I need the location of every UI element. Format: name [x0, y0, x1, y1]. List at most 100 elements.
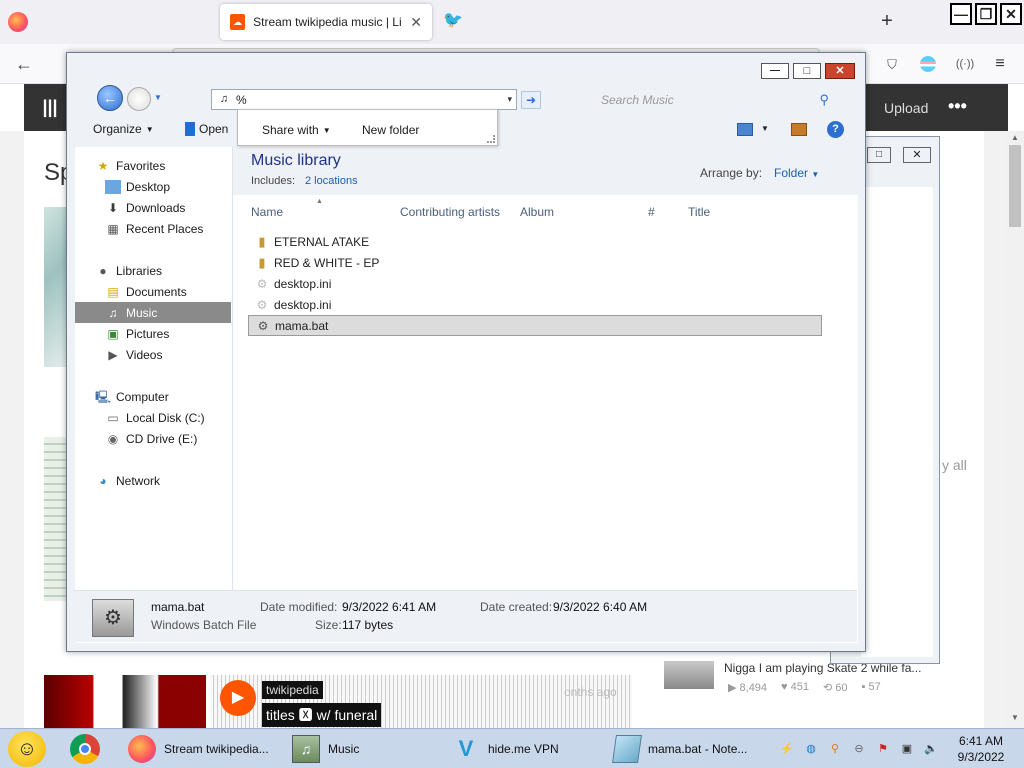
track-user[interactable]: twikipedia [262, 681, 323, 699]
related-artwork[interactable] [664, 661, 714, 689]
tab-soundcloud[interactable]: ☁ Stream twikipedia music | List ✕ [220, 4, 432, 40]
reposts-count[interactable]: ⟲ 60 [823, 681, 848, 694]
play-button[interactable]: ▶ [220, 680, 256, 716]
recent-pages-icon[interactable]: ▼ [153, 93, 163, 103]
preview-pane-icon[interactable] [791, 123, 807, 136]
forward-button-icon[interactable] [127, 87, 151, 111]
file-row[interactable]: ⚙ desktop.ini [248, 273, 822, 294]
tray-minus-icon[interactable]: ⊖ [852, 742, 866, 756]
scroll-down-icon[interactable]: ▼ [1006, 711, 1024, 725]
nav-computer[interactable]: 🖳 Computer [75, 386, 231, 407]
nav-music[interactable]: ♫ Music [75, 302, 231, 323]
explorer-minimize-icon[interactable]: — [761, 63, 789, 79]
column-name[interactable]: Name [251, 205, 283, 219]
page-scrollbar[interactable]: ▲ ▼ [1006, 131, 1024, 728]
clock-time: 6:41 AM [958, 734, 1004, 748]
nav-desktop[interactable]: Desktop [75, 176, 231, 197]
track-artwork[interactable] [44, 675, 206, 728]
nav-downloads[interactable]: ⬇ Downloads [75, 197, 231, 218]
nav-cd-drive[interactable]: ◉ CD Drive (E:) [75, 428, 231, 449]
hamburger-menu-icon[interactable]: ≡ [992, 56, 1008, 72]
likes-count[interactable]: ♥ 451 [781, 681, 809, 694]
taskbar-notepad[interactable]: mama.bat - Note... [612, 731, 747, 767]
organize-button[interactable]: Organize ▼ [93, 122, 154, 136]
nav-documents[interactable]: ▤ Documents [75, 281, 231, 302]
nav-libraries[interactable]: ● Libraries [75, 260, 231, 281]
chrome-icon[interactable] [70, 734, 100, 764]
search-input[interactable]: Search Music [601, 93, 674, 107]
tray-globe-icon[interactable]: ◍ [804, 742, 818, 756]
file-name: mama.bat [275, 318, 329, 333]
tray-flag-icon[interactable]: ⚑ [876, 742, 890, 756]
bg-window-close-icon[interactable]: ✕ [903, 147, 931, 163]
column-contributing-artists[interactable]: Contributing artists [400, 205, 500, 219]
explorer-maximize-icon[interactable]: □ [793, 63, 821, 79]
view-all-link[interactable]: y all [942, 457, 967, 473]
nav-network[interactable]: ◕ Network [75, 470, 231, 491]
includes-locations-link[interactable]: 2 locations [305, 175, 358, 187]
arrange-by-dropdown[interactable]: Folder ▼ [774, 166, 819, 180]
browser-close-icon[interactable]: ✕ [1000, 3, 1022, 25]
new-folder-button[interactable]: New folder [362, 123, 419, 137]
new-tab-icon[interactable]: + [878, 11, 896, 31]
column-title[interactable]: Title [688, 205, 710, 219]
tray-volume-icon[interactable]: 🔈 [924, 742, 938, 756]
open-button[interactable]: Open [185, 122, 228, 136]
search-icon[interactable]: ⚲ [819, 93, 829, 106]
extension-flag-icon[interactable] [920, 56, 936, 72]
change-view-icon[interactable] [737, 123, 753, 136]
go-arrow-icon[interactable]: ➜ [521, 91, 541, 109]
pocket-icon[interactable]: ⛉ [884, 56, 900, 72]
file-row[interactable]: ⚙ desktop.ini [248, 294, 822, 315]
tray-search-icon[interactable]: ⚲ [828, 742, 842, 756]
file-row-selected[interactable]: ⚙ mama.bat [248, 315, 822, 336]
libraries-icon: ● [99, 263, 107, 278]
nav-local-disk[interactable]: ▭ Local Disk (C:) [75, 407, 231, 428]
column-track-number[interactable]: # [648, 205, 655, 219]
scroll-up-icon[interactable]: ▲ [1006, 131, 1024, 145]
file-row[interactable]: ▮ ETERNAL ATAKE [248, 231, 822, 252]
browser-minimize-icon[interactable]: — [950, 3, 972, 25]
tray-network-icon[interactable]: ▣ [900, 742, 914, 756]
firefox-menu-icon[interactable] [8, 12, 28, 32]
upload-link[interactable]: Upload [884, 100, 928, 116]
tray-app-icon[interactable]: ⚡ [780, 742, 794, 756]
downloads-icon: ⬇ [107, 200, 119, 215]
start-button-icon[interactable]: ☺ [8, 731, 46, 767]
taskbar-vpn[interactable]: V hide.me VPN [452, 731, 559, 767]
taskbar-explorer[interactable]: ♫ Music [292, 731, 359, 767]
search-box[interactable]: Search Music ⚲ [593, 89, 837, 110]
back-arrow-icon[interactable]: ← [14, 54, 34, 74]
tab-close-icon[interactable]: ✕ [410, 15, 422, 29]
address-bar[interactable]: ♫ % ▾ [211, 89, 517, 110]
explorer-close-icon[interactable]: ✕ [825, 63, 855, 79]
nav-videos[interactable]: ▶ Videos [75, 344, 231, 365]
taskbar-firefox[interactable]: Stream twikipedia... [128, 731, 269, 767]
address-dropdown-icon[interactable]: ▾ [507, 95, 512, 104]
help-icon[interactable]: ? [827, 121, 844, 138]
chevron-down-icon: ▼ [322, 125, 331, 135]
file-row[interactable]: ▮ RED & WHITE - EP [248, 252, 822, 273]
address-autocomplete-dropdown[interactable]: Share with ▼ New folder [237, 109, 498, 146]
bg-window-maximize-icon[interactable]: □ [867, 147, 891, 163]
resize-grip-icon[interactable] [487, 135, 495, 143]
track-title[interactable]: titles 🆇 w/ funeral [262, 703, 382, 727]
details-filetype: Windows Batch File [151, 618, 257, 632]
share-with-button[interactable]: Share with ▼ [262, 123, 331, 137]
address-input[interactable]: % [236, 93, 247, 107]
column-album[interactable]: Album [520, 205, 554, 219]
clock[interactable]: 6:41 AM 9/3/2022 [946, 733, 1016, 765]
nav-favorites[interactable]: ★ Favorites [75, 155, 231, 176]
comments-count[interactable]: ▪ 57 [862, 681, 881, 694]
details-modified-value: 9/3/2022 6:41 AM [342, 600, 437, 614]
view-options-chevron-icon[interactable]: ▼ [761, 125, 769, 133]
twitter-tab-icon[interactable]: 🐦 [443, 12, 463, 30]
nav-pictures[interactable]: ▣ Pictures [75, 323, 231, 344]
back-button-icon[interactable]: ← [97, 85, 123, 111]
extension-icon[interactable]: ((·)) [956, 56, 974, 72]
nav-recent-places[interactable]: ▦ Recent Places [75, 218, 231, 239]
scroll-thumb[interactable] [1009, 145, 1021, 227]
more-menu-button[interactable]: ••• [948, 96, 967, 117]
browser-restore-icon[interactable]: ❐ [975, 3, 997, 25]
soundcloud-logo-icon[interactable]: ||| [32, 94, 68, 120]
